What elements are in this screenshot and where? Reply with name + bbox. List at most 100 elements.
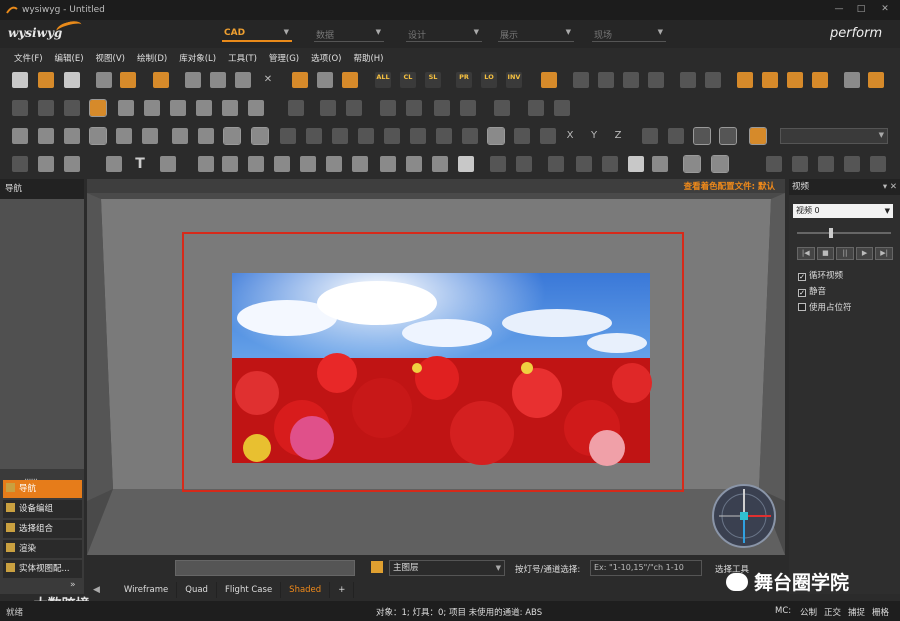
mode-cad[interactable]: CAD ▼	[222, 28, 292, 42]
work-plane-icon[interactable]	[642, 128, 658, 144]
focus-target-icon[interactable]	[711, 155, 729, 173]
explode-icon[interactable]	[248, 100, 264, 116]
insert-point-icon[interactable]	[320, 100, 336, 116]
nav-item-navigation[interactable]: 导航	[3, 480, 82, 498]
video-seek-slider[interactable]	[797, 232, 891, 234]
view-cube-5-icon[interactable]	[116, 128, 132, 144]
zoom-out-icon[interactable]	[623, 72, 639, 88]
layer-filter-select[interactable]: ▼	[780, 128, 888, 144]
view-gizmo-icon[interactable]	[711, 483, 777, 549]
menu-view[interactable]: 视图(V)	[96, 52, 125, 64]
view-cube-2-icon[interactable]	[38, 128, 54, 144]
snap-2-icon[interactable]	[306, 128, 322, 144]
select-inv-icon[interactable]: INV	[506, 72, 522, 88]
tab-wireframe[interactable]: Wireframe	[106, 582, 178, 598]
snap-6-icon[interactable]	[410, 128, 426, 144]
placeholder-checkbox[interactable]: 使用占位符	[798, 301, 852, 313]
move-icon[interactable]	[12, 100, 28, 116]
menu-help[interactable]: 帮助(H)	[353, 52, 383, 64]
menu-tools[interactable]: 工具(T)	[228, 52, 257, 64]
view-iso-4-icon[interactable]	[251, 127, 269, 145]
snap-3-icon[interactable]	[332, 128, 348, 144]
extrude-icon[interactable]	[352, 156, 368, 172]
view-cube-4-icon[interactable]	[89, 127, 107, 145]
print-preview-icon[interactable]	[96, 72, 112, 88]
nav-item-render[interactable]: 渲染	[3, 540, 82, 558]
command-input[interactable]	[175, 560, 355, 576]
text-tool-icon[interactable]: T	[132, 156, 148, 172]
menu-file[interactable]: 文件(F)	[14, 52, 43, 64]
status-ortho[interactable]: 正交	[824, 606, 841, 618]
axis-y-icon[interactable]: Y	[586, 128, 602, 144]
status-snap[interactable]: 捕捉	[848, 606, 865, 618]
bracket-2-icon[interactable]	[792, 156, 808, 172]
mode-data[interactable]: 数据 ▼	[314, 28, 384, 42]
measure-icon[interactable]	[528, 100, 544, 116]
save-icon[interactable]	[64, 72, 80, 88]
ungroup-icon[interactable]	[170, 100, 186, 116]
axis-x-icon[interactable]: X	[562, 128, 578, 144]
bracket-3-icon[interactable]	[818, 156, 834, 172]
view-iso-3-icon[interactable]	[223, 127, 241, 145]
refresh-icon[interactable]	[342, 72, 358, 88]
snap-5-icon[interactable]	[384, 128, 400, 144]
dimension-icon[interactable]	[160, 156, 176, 172]
layer-select[interactable]: 主图层 ▼	[389, 560, 505, 576]
lock-icon[interactable]	[668, 128, 684, 144]
loop-video-checkbox[interactable]: ✓ 循环视频	[798, 269, 843, 281]
minimize-button[interactable]: —	[830, 3, 848, 16]
circle-icon[interactable]	[64, 156, 80, 172]
menu-draw[interactable]: 绘制(D)	[137, 52, 167, 64]
layout-1-icon[interactable]	[434, 100, 450, 116]
fixture-icon[interactable]	[548, 156, 564, 172]
mirror-icon[interactable]	[64, 100, 80, 116]
zoom-window-icon[interactable]	[573, 72, 589, 88]
mode-live[interactable]: 现场 ▼	[592, 28, 666, 42]
nav-item-device-groups[interactable]: 设备编组	[3, 500, 82, 518]
snap-4-icon[interactable]	[358, 128, 374, 144]
library-cube-icon[interactable]	[153, 72, 169, 88]
close-button[interactable]: ✕	[876, 3, 894, 16]
bracket-5-icon[interactable]	[870, 156, 886, 172]
bracket-1-icon[interactable]	[766, 156, 782, 172]
play-icon[interactable]: ▶	[855, 247, 874, 260]
axis-z-icon[interactable]: Z	[610, 128, 626, 144]
lamp-icon[interactable]	[490, 156, 506, 172]
menu-options[interactable]: 选项(O)	[311, 52, 341, 64]
focus-icon[interactable]	[118, 100, 134, 116]
cable-icon[interactable]	[432, 156, 448, 172]
snap-8-icon[interactable]	[462, 128, 478, 144]
select-sl-icon[interactable]: SL	[425, 72, 441, 88]
redo-icon[interactable]	[317, 72, 333, 88]
grid-settings-icon[interactable]	[749, 127, 767, 145]
camera-4-icon[interactable]	[812, 72, 828, 88]
tab-scroll-left-icon[interactable]: ◀	[87, 585, 106, 595]
zoom-in-icon[interactable]	[598, 72, 614, 88]
paste-icon[interactable]	[235, 72, 251, 88]
menu-library[interactable]: 库对象(L)	[179, 52, 216, 64]
select-cl-icon[interactable]: CL	[400, 72, 416, 88]
pan-hand-icon[interactable]	[844, 72, 860, 88]
menu-edit[interactable]: 编辑(E)	[55, 52, 84, 64]
status-grid[interactable]: 栅格	[872, 606, 889, 618]
calendar-icon[interactable]	[541, 72, 557, 88]
view-cube-6-icon[interactable]	[142, 128, 158, 144]
cylinder-icon[interactable]	[248, 156, 264, 172]
view-iso-1-icon[interactable]	[172, 128, 188, 144]
mode-present[interactable]: 展示 ▼	[498, 28, 574, 42]
snap-9-icon[interactable]	[487, 127, 505, 145]
warning-icon[interactable]	[719, 127, 737, 145]
camera-icon[interactable]	[652, 156, 668, 172]
video-seek-handle[interactable]	[829, 228, 833, 238]
light-icon[interactable]	[516, 156, 532, 172]
view-iso-2-icon[interactable]	[198, 128, 214, 144]
status-metric[interactable]: 公制	[800, 606, 817, 618]
skip-end-icon[interactable]: ▶|	[875, 247, 893, 260]
fixture-select-input[interactable]: Ex: "1-10,15"/"ch 1-10	[590, 560, 702, 576]
bracket-4-icon[interactable]	[844, 156, 860, 172]
orbit-icon[interactable]	[868, 72, 884, 88]
copy-icon[interactable]	[210, 72, 226, 88]
select-all-icon[interactable]: ALL	[375, 72, 391, 88]
new-file-icon[interactable]	[12, 72, 28, 88]
select-lo-icon[interactable]: LO	[481, 72, 497, 88]
